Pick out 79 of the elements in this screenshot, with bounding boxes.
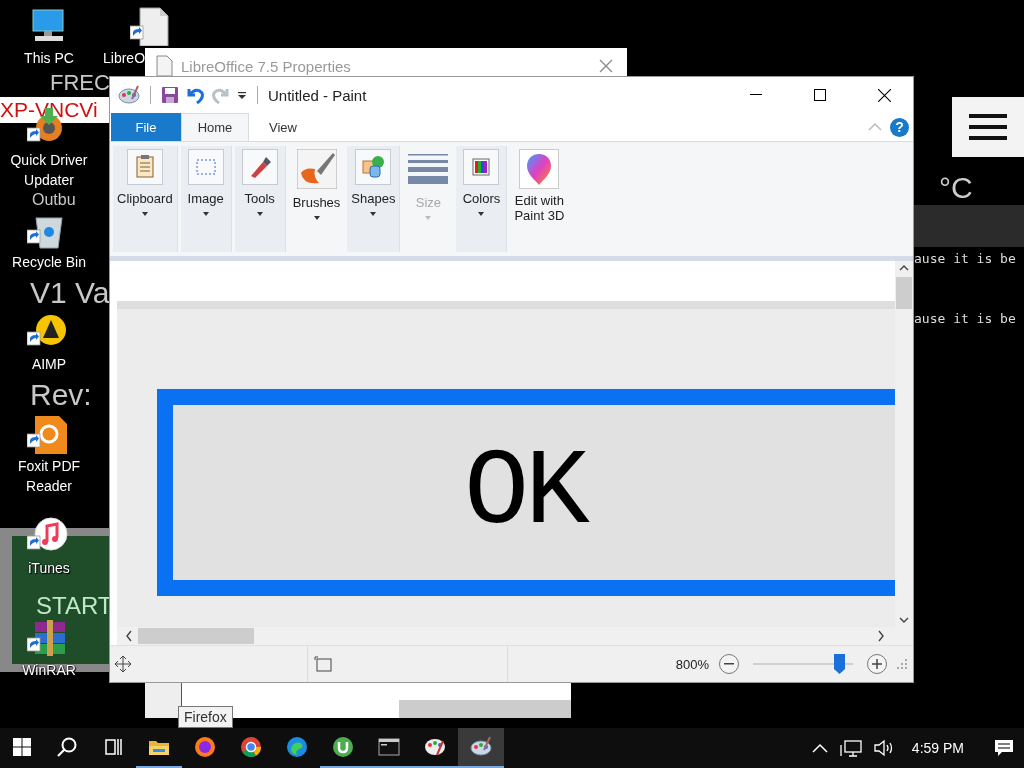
desktop-icon-label[interactable]: LibreO — [98, 48, 146, 68]
window-title: LibreOffice 7.5 Properties — [181, 57, 352, 75]
ribbon-button[interactable]: Shapes — [347, 146, 401, 252]
terminal-line: ause it is be — [914, 251, 1017, 268]
desktop-icon-label[interactable]: AIMP — [1, 354, 97, 374]
zoom-out-button[interactable] — [719, 654, 739, 674]
desktop-icon-label[interactable]: This PC — [1, 48, 97, 68]
close-icon — [877, 88, 891, 102]
caret-icon — [256, 212, 263, 216]
menu-button[interactable] — [952, 97, 1024, 157]
palette-icon[interactable] — [118, 85, 140, 105]
ribbon-button[interactable]: Tools — [234, 146, 286, 252]
chevron-right-icon[interactable] — [877, 630, 885, 642]
ribbon-tab[interactable]: View — [249, 113, 317, 141]
ribbon-tab[interactable]: File — [111, 113, 181, 141]
ribbon-button[interactable]: Clipboard — [113, 146, 178, 252]
wave-icon — [285, 735, 309, 759]
save-icon[interactable] — [161, 86, 179, 104]
brush-icon — [296, 149, 337, 189]
volume-icon[interactable] — [873, 739, 894, 757]
desktop-icon-label[interactable]: Quick Driver Updater — [1, 150, 97, 190]
ribbon-button[interactable]: Edit with Paint 3D — [510, 146, 569, 252]
taskbar-button[interactable] — [458, 728, 504, 768]
tooltip-label: Firefox — [178, 706, 233, 728]
chevron-left-icon[interactable] — [125, 630, 133, 642]
desktop-icon-label[interactable]: Recycle Bin — [1, 252, 97, 272]
ribbon-button[interactable]: Brushes — [288, 146, 345, 252]
start-label: START — [36, 592, 113, 620]
scrollbar-thumb[interactable] — [399, 700, 571, 718]
temperature-unit: °C — [939, 171, 974, 205]
menu-icon — [969, 112, 1007, 142]
background-text: Outbu — [32, 192, 76, 208]
caret-icon — [425, 216, 432, 220]
scrollbar-thumb[interactable] — [138, 628, 254, 644]
ribbon-tab[interactable]: Home — [181, 113, 249, 141]
line-width-icon — [408, 152, 449, 186]
desktop-icon-label[interactable]: iTunes — [1, 558, 97, 578]
zoom-level: 800% — [675, 656, 709, 672]
notification-icon[interactable] — [994, 739, 1014, 757]
caret-icon — [313, 216, 320, 220]
clock[interactable]: 4:59 PM — [911, 740, 964, 756]
vertical-scrollbar[interactable] — [895, 261, 913, 627]
ribbon-button[interactable]: Image — [180, 146, 232, 252]
zoom-in-button[interactable] — [867, 654, 887, 674]
maximize-icon — [814, 89, 826, 101]
caret-icon — [202, 212, 209, 216]
resize-grip-icon[interactable] — [897, 659, 907, 669]
caret-icon — [370, 212, 377, 216]
horizontal-scrollbar[interactable] — [117, 627, 913, 645]
task-view-icon — [103, 738, 123, 756]
terminal-icon — [377, 735, 401, 759]
minus-icon — [724, 663, 734, 665]
caret-icon — [141, 212, 148, 216]
slider-thumb[interactable] — [834, 654, 845, 674]
plus-icon — [872, 659, 882, 669]
desktop-icon-label[interactable]: Foxit PDF Reader — [1, 456, 97, 496]
network-icon[interactable] — [839, 739, 862, 757]
balloon-icon — [525, 152, 554, 186]
selection-size-icon — [314, 656, 332, 672]
help-button[interactable]: ? — [890, 117, 909, 137]
windows-logo-icon — [13, 738, 31, 756]
background-text: Rev: — [30, 380, 92, 410]
scrollbar-thumb[interactable] — [896, 277, 912, 309]
caret-icon — [478, 212, 485, 216]
dropdown-icon[interactable] — [237, 90, 247, 100]
window-title: Untitled - Paint — [268, 86, 368, 104]
palette-icon — [469, 735, 493, 759]
search-icon — [57, 737, 77, 757]
background-text: FREC — [50, 72, 110, 94]
background-text: V1 Va — [30, 278, 110, 308]
canvas-text: OK — [464, 438, 586, 547]
close-icon[interactable] — [599, 59, 613, 73]
banner-text: XP-VNCVi — [0, 98, 98, 122]
circle-icon — [239, 735, 263, 759]
globe-icon — [193, 735, 217, 759]
minimize-icon — [750, 94, 762, 96]
terminal-line: ause it is be — [914, 311, 1017, 328]
move-icon — [114, 655, 132, 673]
ribbon-button[interactable]: Colors — [456, 146, 508, 252]
